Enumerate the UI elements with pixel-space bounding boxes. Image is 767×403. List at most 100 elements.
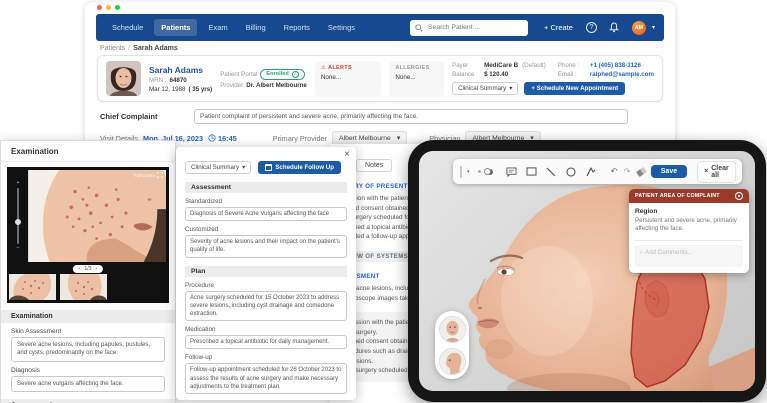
followup-field[interactable]: Follow-up appointment scheduled for 26 O… [185, 363, 347, 395]
standardized-field[interactable]: Diagnosis of Severe Acne Vulgaris affect… [185, 207, 347, 222]
close-icon[interactable]: × [344, 149, 350, 160]
portal-status-badge: Enrolled ✓ [260, 68, 305, 80]
color-caret-icon[interactable]: ▾ [467, 169, 470, 175]
schedule-new-appointment-button[interactable]: + Schedule New Appointment [524, 82, 626, 95]
clock-icon [208, 134, 216, 142]
nav-item-exam[interactable]: Exam [201, 19, 234, 36]
nav-item-patients[interactable]: Patients [154, 19, 198, 36]
user-menu-caret-icon[interactable]: ▾ [652, 24, 655, 31]
maximize-window-icon[interactable] [115, 5, 120, 10]
head-view-selector [435, 311, 469, 379]
breadcrumb-patients[interactable]: Patients [100, 45, 125, 52]
pen-tool-icon[interactable] [585, 164, 598, 179]
close-window-icon[interactable] [97, 5, 102, 10]
procedure-field[interactable]: Acne surgery scheduled for 15 October 20… [185, 290, 347, 322]
exam-thumbnail-1[interactable] [9, 274, 56, 300]
allergies-box: ALLERGIES None... [389, 60, 445, 97]
allergies-value: None... [395, 73, 416, 81]
fullscreen-control[interactable]: Fullscreen [134, 172, 163, 178]
nav-item-schedule[interactable]: Schedule [105, 19, 150, 36]
search-input[interactable] [426, 23, 516, 32]
skin-assessment-label: Skin Assessment [11, 328, 62, 335]
save-button[interactable]: Save [650, 165, 688, 178]
help-icon[interactable]: ? [585, 22, 597, 33]
front-view-button[interactable] [438, 315, 466, 343]
color-swatch[interactable] [460, 165, 462, 178]
target-icon[interactable] [735, 192, 743, 200]
clinical-summary-dropdown[interactable]: Clinical Summary ▾ [452, 82, 519, 95]
provider-label: Provider [220, 81, 244, 89]
zoom-out-icon[interactable]: − [17, 246, 20, 251]
visit-time[interactable]: 16:45 [208, 134, 237, 143]
exam-photo[interactable] [27, 170, 166, 262]
nav-item-settings[interactable]: Settings [321, 19, 362, 36]
breadcrumb-separator: / [128, 45, 131, 52]
tablet-screen: ▾ ↶ ↷ Save × Clear all PATIENT AREA OF C… [419, 151, 755, 391]
email-label: Email : [557, 71, 577, 78]
add-comments-input[interactable]: › Add Comments... [635, 244, 743, 267]
create-button[interactable]: + Create [544, 23, 573, 32]
breadcrumb: Patients / Sarah Adams [100, 45, 660, 52]
zoom-in-icon[interactable]: + [17, 181, 20, 186]
patient-photo [106, 61, 141, 96]
schedule-followup-button[interactable]: Schedule Follow Up [258, 161, 342, 174]
close-icon: × [704, 168, 709, 175]
redo-icon[interactable]: ↷ [624, 166, 631, 177]
nav-item-reports[interactable]: Reports [277, 19, 317, 36]
clinical-summary-select[interactable]: Clinical Summary ▾ [185, 161, 252, 174]
next-image-icon[interactable]: › [95, 266, 97, 272]
side-view-button[interactable] [438, 347, 466, 375]
alerts-value: None... [320, 73, 342, 81]
calendar-icon [265, 164, 273, 171]
stroke-width-slider[interactable] [477, 168, 493, 175]
portal-label: Patient Portal [220, 70, 258, 78]
patient-search-box[interactable] [410, 19, 528, 36]
patient-area-of-complaint-popup: PATIENT AREA OF COMPLAINT Region Persist… [629, 189, 749, 273]
chief-complaint-row: Chief Complaint Patient complaint of per… [100, 109, 660, 124]
customized-label: Customized [185, 226, 219, 234]
primary-provider-dropdown[interactable]: Albert Melbourne ▾ [332, 131, 408, 145]
slider-knob[interactable] [483, 168, 491, 175]
ellipse-tool-icon[interactable] [565, 164, 578, 179]
search-icon [415, 23, 423, 32]
provider-value: Dr. Albert Melbourne [246, 81, 307, 89]
exam-thumbnails [9, 274, 107, 300]
mrn-label: MRN : [149, 76, 167, 84]
tab-notes[interactable]: Notes [356, 159, 393, 172]
notifications-bell-icon[interactable] [609, 22, 619, 33]
clinical-summary-panel: × Clinical Summary ▾ Schedule Follow Up … [176, 147, 356, 400]
line-tool-icon[interactable] [545, 164, 558, 179]
diagnosis-label: Diagnosis [11, 366, 40, 374]
email-value[interactable]: ralphed@sample.com [590, 71, 654, 78]
patient-name: Sarah Adams [149, 64, 204, 75]
assessment-section-header: Assessment [1, 399, 175, 403]
image-pagination[interactable]: ‹ 1/3 › [72, 265, 104, 273]
user-avatar[interactable]: AM [631, 20, 646, 35]
main-window: Schedule Patients Exam Billing Reports S… [85, 2, 675, 150]
prev-image-icon[interactable]: ‹ [79, 266, 81, 272]
zoom-slider-knob[interactable] [15, 218, 21, 225]
breadcrumb-current: Sarah Adams [133, 45, 178, 52]
minimize-window-icon[interactable] [106, 5, 111, 10]
chief-complaint-input[interactable]: Patient complaint of persistent and seve… [194, 109, 628, 124]
nav-item-billing[interactable]: Billing [239, 19, 273, 36]
caret-down-icon: ▾ [396, 135, 401, 142]
screenshot-stage: Schedule Patients Exam Billing Reports S… [0, 0, 767, 403]
eraser-icon[interactable] [635, 166, 647, 177]
top-navbar: Schedule Patients Exam Billing Reports S… [96, 14, 664, 41]
rectangle-tool-icon[interactable] [525, 164, 538, 179]
tablet-device: ▾ ↶ ↷ Save × Clear all PATIENT AREA OF C… [408, 140, 766, 402]
diagnosis-field[interactable]: Severe acne vulgaris affecting the face. [11, 375, 165, 393]
customized-field[interactable]: Severity of acne lesions and their impac… [185, 235, 347, 258]
fullscreen-icon [157, 172, 163, 178]
phone-value[interactable]: +1 (405) 838-3126 [590, 62, 641, 69]
zoom-slider[interactable]: + − [13, 181, 23, 251]
clear-all-button[interactable]: × Clear all [697, 160, 736, 183]
annotation-toolbar: ▾ ↶ ↷ Save × Clear all [453, 159, 742, 184]
undo-icon[interactable]: ↶ [611, 166, 618, 177]
skin-assessment-field[interactable]: Severe acne lesions, including papules, … [11, 337, 165, 362]
exam-thumbnail-2[interactable] [60, 274, 107, 300]
comment-tool-icon[interactable] [505, 164, 518, 179]
medication-field[interactable]: Prescribed a topical antibiotic for dail… [185, 335, 347, 350]
caret-down-icon: ▾ [242, 164, 246, 171]
